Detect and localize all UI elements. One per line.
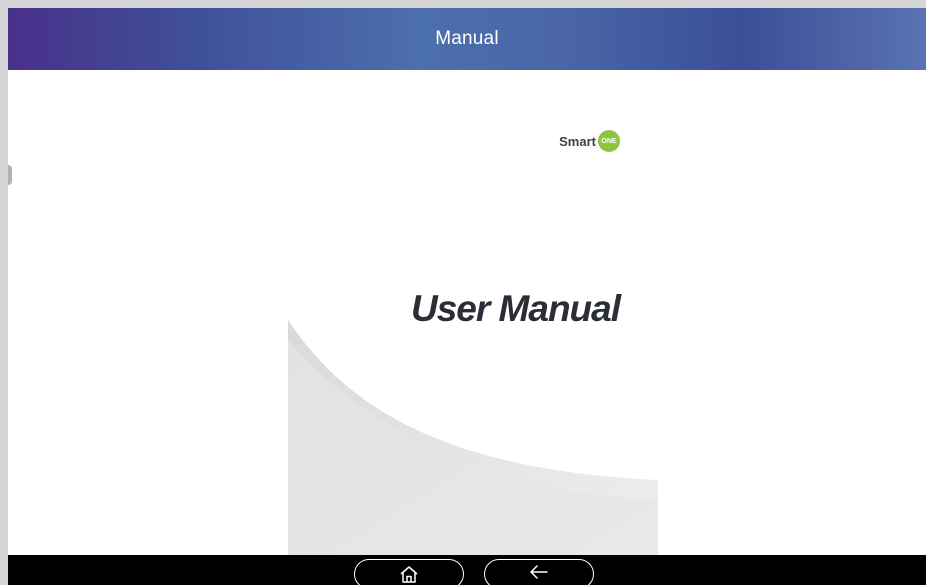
home-button[interactable] xyxy=(354,559,464,585)
smartone-logo: Smart ONE xyxy=(559,130,620,152)
side-drawer-handle[interactable] xyxy=(8,165,12,185)
home-icon xyxy=(400,566,418,583)
app-screen: Manual Smart ONE User Manual xyxy=(8,8,926,585)
logo-brand-text: Smart xyxy=(559,133,596,149)
manual-viewer[interactable]: Smart ONE User Manual xyxy=(8,70,926,555)
back-arrow-icon xyxy=(530,565,548,579)
cover-title: User Manual xyxy=(410,288,621,329)
manual-cover-page[interactable]: Smart ONE User Manual xyxy=(288,70,658,555)
system-navigation-bar xyxy=(8,555,926,585)
back-button[interactable] xyxy=(484,559,594,585)
page-title: Manual xyxy=(435,28,499,49)
title-bar: Manual xyxy=(8,8,926,70)
logo-badge: ONE xyxy=(598,130,620,152)
